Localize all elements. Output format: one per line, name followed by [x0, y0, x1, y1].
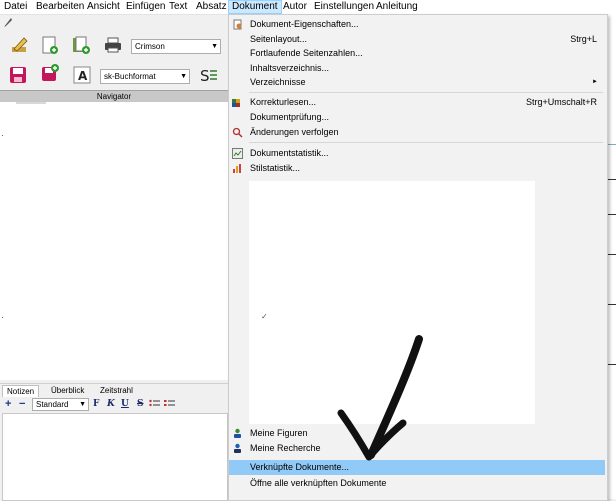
svg-text:A: A [78, 69, 88, 83]
menu-bar: Datei Bearbeiten Ansicht Einfügen Text A… [0, 0, 616, 15]
menu-item-aenderungen-verfolgen[interactable]: Änderungen verfolgen [229, 125, 605, 140]
tab-zeitstrahl[interactable]: Zeitstrahl [96, 385, 137, 397]
menu-item-inhaltsverzeichnis[interactable]: Inhaltsverzeichnis... [229, 61, 605, 76]
italic-button[interactable]: K [107, 399, 115, 409]
paragraph-style-select[interactable]: sk-Buchformat ▼ [100, 69, 190, 84]
submenu-arrow-icon: ► [592, 79, 598, 85]
menu-separator [249, 142, 603, 143]
navigator-dot [2, 317, 3, 318]
track-changes-icon [232, 127, 243, 138]
edit-pencil-icon[interactable] [10, 35, 30, 55]
menu-item-dokument-eigenschaften[interactable]: Dokument-Eigenschaften... [229, 17, 605, 32]
new-document-icon[interactable] [40, 35, 60, 55]
menu-autor[interactable]: Autor [280, 0, 310, 14]
menu-ansicht[interactable]: Ansicht [84, 0, 123, 14]
characters-icon [234, 428, 241, 438]
menu-item-stilstatistik[interactable]: Stilstatistik... [229, 161, 605, 176]
character-style-icon[interactable]: A [72, 65, 92, 85]
numbered-list-icon[interactable] [164, 399, 175, 409]
dokument-menu-dropdown: Dokument-Eigenschaften... Seitenlayout..… [228, 14, 608, 501]
navigator-panel[interactable] [0, 102, 228, 380]
tab-ueberblick[interactable]: Überblick [47, 385, 88, 397]
menu-dokument[interactable]: Dokument [228, 0, 282, 14]
chevron-down-icon: ▼ [211, 43, 218, 50]
menu-item-oeffne-alle-verknuepften-dokumente[interactable]: Öffne alle verknüpften Dokumente [229, 476, 605, 491]
research-icon [234, 443, 241, 453]
notes-tab-bar: Notizen Überblick Zeitstrahl [0, 383, 228, 398]
menu-einfuegen[interactable]: Einfügen [123, 0, 168, 14]
menu-separator [249, 92, 603, 93]
notes-toolbar: + − Standard ▼ F K U S [0, 397, 228, 412]
remove-note-icon[interactable]: − [19, 398, 25, 410]
menu-item-seitenlayout[interactable]: Seitenlayout... Strg+L [229, 32, 605, 47]
menu-datei[interactable]: Datei [1, 0, 30, 14]
print-icon[interactable] [103, 35, 123, 55]
chevron-down-icon: ▼ [79, 401, 86, 408]
notes-editor[interactable] [2, 413, 228, 501]
menu-text[interactable]: Text [166, 0, 190, 14]
document-properties-icon [233, 19, 242, 30]
toolbar: Crimson ▼ A sk-Buchformat ▼ S [0, 15, 228, 90]
menu-item-verzeichnisse[interactable]: Verzeichnisse ► [229, 75, 605, 90]
menu-bearbeiten[interactable]: Bearbeiten [33, 0, 87, 14]
chevron-down-icon: ▼ [180, 73, 187, 80]
hand-drawn-arrow-annotation [337, 335, 423, 461]
quill-icon[interactable] [2, 16, 14, 28]
strikethrough-button[interactable]: S [137, 399, 144, 409]
add-note-icon[interactable]: + [5, 398, 11, 410]
notes-style-select[interactable]: Standard ▼ [32, 398, 89, 411]
menu-einstellungen[interactable]: Einstellungen [311, 0, 377, 14]
style-statistics-icon [233, 164, 241, 173]
navigator-scroll-marker [16, 102, 46, 104]
bullet-list-icon[interactable] [149, 399, 160, 409]
add-chapter-icon[interactable] [71, 35, 91, 55]
navigator-dot [2, 135, 3, 136]
underline-button[interactable]: U [121, 399, 129, 409]
menu-anleitung[interactable]: Anleitung [373, 0, 421, 14]
save-icon[interactable] [8, 65, 28, 85]
font-select[interactable]: Crimson ▼ [131, 39, 221, 54]
menu-item-dokumentpruefung[interactable]: Dokumentprüfung... [229, 110, 605, 125]
document-statistics-icon [232, 148, 243, 159]
menu-item-dokumentstatistik[interactable]: Dokumentstatistik... [229, 146, 605, 161]
navigator-header: Navigator [0, 90, 228, 102]
save-new-icon[interactable] [40, 63, 60, 83]
proofread-icon [232, 99, 240, 107]
svg-text:S: S [200, 67, 210, 85]
menu-item-fortlaufende-seitenzahlen[interactable]: Fortlaufende Seitenzahlen... [229, 46, 605, 61]
menu-absatz[interactable]: Absatz [193, 0, 230, 14]
style-list-icon[interactable]: S [199, 65, 219, 85]
check-mark-icon: ✓ [261, 312, 268, 321]
bold-button[interactable]: F [93, 399, 99, 409]
menu-item-korrekturlesen[interactable]: Korrekturlesen... Strg+Umschalt+R [229, 95, 605, 110]
